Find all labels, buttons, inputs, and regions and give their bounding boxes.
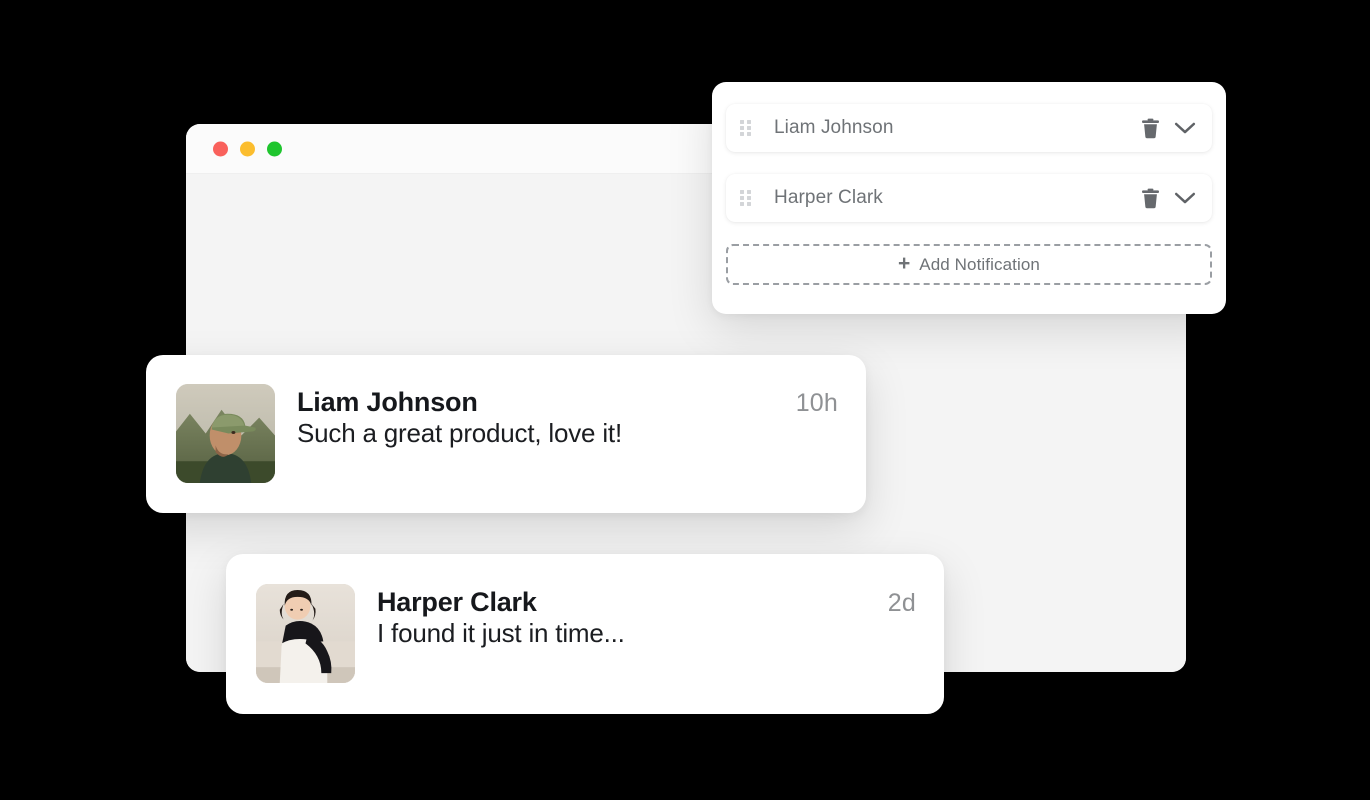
drag-handle-icon[interactable] <box>740 189 751 207</box>
timestamp: 10h <box>795 389 838 417</box>
notification-item-label: Liam Johnson <box>774 117 894 138</box>
sender-name: Liam Johnson <box>297 387 478 417</box>
notification-header: Harper Clark 2d <box>377 587 916 618</box>
avatar <box>256 584 355 683</box>
message-text: I found it just in time... <box>377 618 625 648</box>
message-text: Such a great product, love it! <box>297 418 622 448</box>
row-actions <box>1139 186 1198 211</box>
chevron-down-icon[interactable] <box>1172 119 1198 137</box>
notification-card[interactable]: Harper Clark 2d I found it just in time.… <box>226 554 944 714</box>
chevron-down-icon[interactable] <box>1172 189 1198 207</box>
screen: Liam Johnson Harper Clark + Add Notifica… <box>0 0 1370 800</box>
notification-list-item[interactable]: Harper Clark <box>726 174 1212 222</box>
notification-list-item[interactable]: Liam Johnson <box>726 104 1212 152</box>
trash-icon[interactable] <box>1139 116 1162 141</box>
plus-icon: + <box>898 252 911 275</box>
drag-handle-icon[interactable] <box>740 119 751 137</box>
timestamp: 2d <box>887 589 916 617</box>
minimize-window-button[interactable] <box>240 141 255 156</box>
row-actions <box>1139 116 1198 141</box>
sender-name: Harper Clark <box>377 587 537 617</box>
notification-item-label: Harper Clark <box>774 187 883 208</box>
add-notification-button[interactable]: + Add Notification <box>726 244 1212 285</box>
notification-content: Harper Clark 2d I found it just in time.… <box>377 584 916 649</box>
close-window-button[interactable] <box>213 141 228 156</box>
notification-content: Liam Johnson 10h Such a great product, l… <box>297 384 838 449</box>
notification-settings-panel: Liam Johnson Harper Clark + Add Notifica… <box>712 82 1226 314</box>
maximize-window-button[interactable] <box>267 141 282 156</box>
add-notification-label: Add Notification <box>919 254 1040 274</box>
trash-icon[interactable] <box>1139 186 1162 211</box>
traffic-lights <box>213 141 282 156</box>
avatar <box>176 384 275 483</box>
notification-header: Liam Johnson 10h <box>297 387 838 418</box>
notification-card[interactable]: Liam Johnson 10h Such a great product, l… <box>146 355 866 513</box>
